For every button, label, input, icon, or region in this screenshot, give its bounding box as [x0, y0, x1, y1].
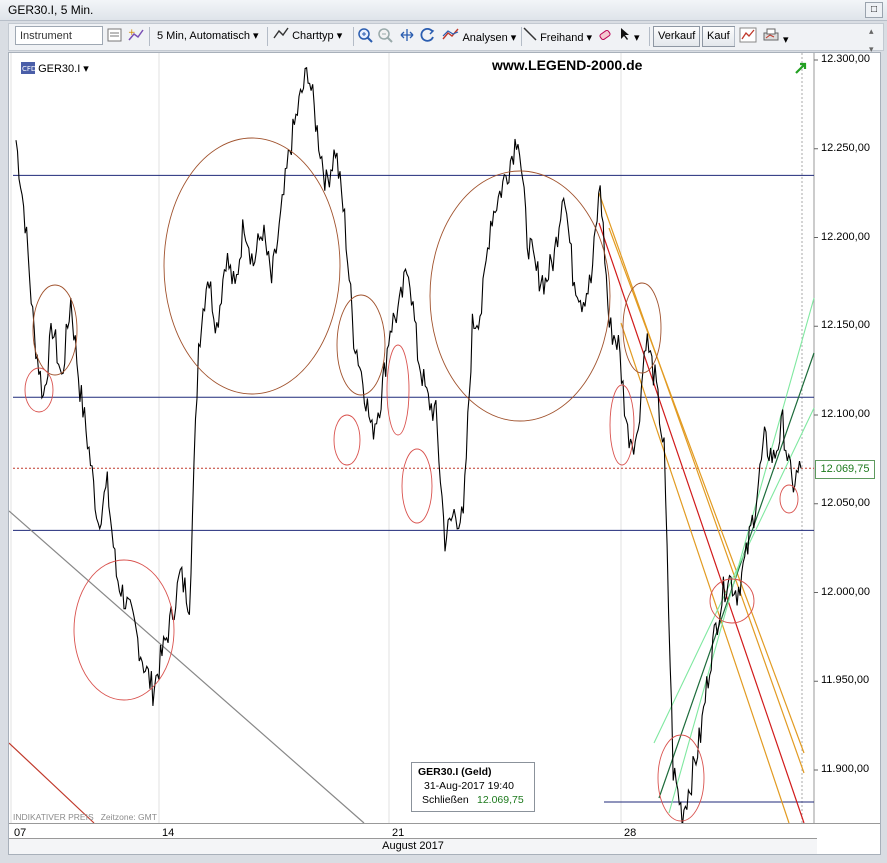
- buy-label: Kauf: [707, 30, 730, 42]
- window-titlebar: GER30.I, 5 Min. □: [0, 0, 887, 21]
- annotation-circle: [622, 282, 662, 374]
- analyses-label: Analysen: [462, 32, 508, 44]
- annotation-circle: [779, 484, 799, 514]
- svg-text:+: +: [128, 28, 136, 38]
- trendline: [9, 510, 365, 824]
- y-tick-label: 12.000,00: [821, 585, 870, 598]
- sell-button[interactable]: Verkauf: [653, 26, 701, 47]
- current-price-label: 12.069,75: [815, 460, 875, 479]
- timezone-label: Zeitzone: GMT: [100, 812, 157, 822]
- indicative-label: INDIKATIVER PREIS: [13, 812, 94, 822]
- annotation-circle: [163, 137, 341, 395]
- annotation-circle: [333, 414, 361, 466]
- channel-line: [598, 192, 805, 774]
- freehand-label: Freihand: [540, 32, 584, 44]
- data-tooltip: GER30.I (Geld) 31-Aug-2017 19:40 Schließ…: [411, 762, 535, 812]
- trend-arrow-icon: [795, 62, 807, 74]
- chart-instrument-selector[interactable]: CFD GER30.I ▾: [21, 62, 89, 75]
- channel-line: [668, 297, 815, 814]
- interval-label: 5 Min, Automatisch: [157, 30, 250, 42]
- print-icon: [763, 28, 779, 41]
- instrument-placeholder: Instrument: [20, 30, 72, 42]
- channel-line: [658, 352, 815, 799]
- annotation-circle: [429, 170, 611, 422]
- y-tick-label: 12.200,00: [821, 230, 870, 243]
- y-tick-label: 12.150,00: [821, 319, 870, 332]
- y-tick-label: 11.900,00: [821, 763, 870, 775]
- charttype-dropdown[interactable]: Charttyp ▾: [273, 27, 342, 45]
- indicator-icon[interactable]: [739, 27, 757, 45]
- tooltip-title: GER30.I (Geld): [418, 766, 492, 778]
- window-title: GER30.I, 5 Min.: [8, 3, 94, 17]
- annotation-circle: [401, 448, 433, 524]
- line-chart-icon: [273, 27, 289, 39]
- channel-line: [620, 322, 790, 824]
- cfd-icon: CFD: [21, 62, 36, 74]
- analyses-dropdown[interactable]: Analysen ▾: [442, 27, 516, 45]
- eraser-icon[interactable]: [597, 27, 613, 45]
- y-tick-label: 12.050,00: [821, 496, 870, 509]
- sell-label: Verkauf: [658, 30, 696, 42]
- print-dropdown[interactable]: ▾: [762, 27, 789, 46]
- y-tick-label: 12.250,00: [821, 141, 870, 154]
- annotation-circle: [336, 294, 386, 396]
- y-tick-label: 12.100,00: [821, 408, 870, 420]
- instrument-input[interactable]: Instrument: [15, 26, 103, 45]
- trendline: [9, 742, 95, 824]
- buy-button[interactable]: Kauf: [702, 26, 735, 47]
- charttype-label: Charttyp: [292, 30, 334, 42]
- refresh-icon[interactable]: [420, 27, 436, 45]
- zoom-in-icon[interactable]: [357, 27, 373, 45]
- price-plot[interactable]: [9, 53, 880, 824]
- cursor-dropdown[interactable]: ▾: [619, 27, 640, 45]
- maximize-button[interactable]: □: [865, 2, 883, 18]
- tooltip-close-label: Schließen: [422, 794, 469, 806]
- freehand-dropdown[interactable]: Freihand ▾: [523, 27, 592, 45]
- y-tick-label: 12.300,00: [821, 53, 870, 65]
- fit-icon[interactable]: [399, 27, 415, 45]
- chart-instrument-label: GER30.I: [38, 63, 81, 75]
- instrument-list-icon[interactable]: [107, 27, 123, 45]
- indicative-price-note: INDIKATIVER PREIS Zeitzone: GMT: [13, 812, 157, 822]
- month-label: August 2017: [9, 838, 817, 854]
- chart-toolbar: Instrument + 5 Min, Automatisch ▾ Chartt…: [8, 22, 884, 54]
- chart-area[interactable]: CFD GER30.I ▾ www.LEGEND-2000.de 12.069,…: [8, 52, 881, 855]
- trendline-icon: [523, 27, 537, 41]
- tooltip-close-value: 12.069,75: [477, 794, 524, 806]
- svg-text:CFD: CFD: [22, 65, 35, 73]
- watermark-text: www.LEGEND-2000.de: [492, 57, 643, 73]
- analyses-icon: [442, 28, 459, 40]
- price-line: [15, 66, 802, 824]
- add-instrument-icon[interactable]: +: [127, 27, 145, 45]
- toolbar-scroll-icon[interactable]: ▴ ▾: [869, 22, 874, 54]
- interval-dropdown[interactable]: 5 Min, Automatisch ▾: [157, 27, 259, 45]
- zoom-out-icon[interactable]: [377, 27, 393, 45]
- tooltip-datetime: 31-Aug-2017 19:40: [424, 780, 514, 792]
- y-tick-label: 11.950,00: [821, 674, 870, 687]
- cursor-icon: [621, 28, 629, 40]
- annotation-circle: [386, 344, 410, 436]
